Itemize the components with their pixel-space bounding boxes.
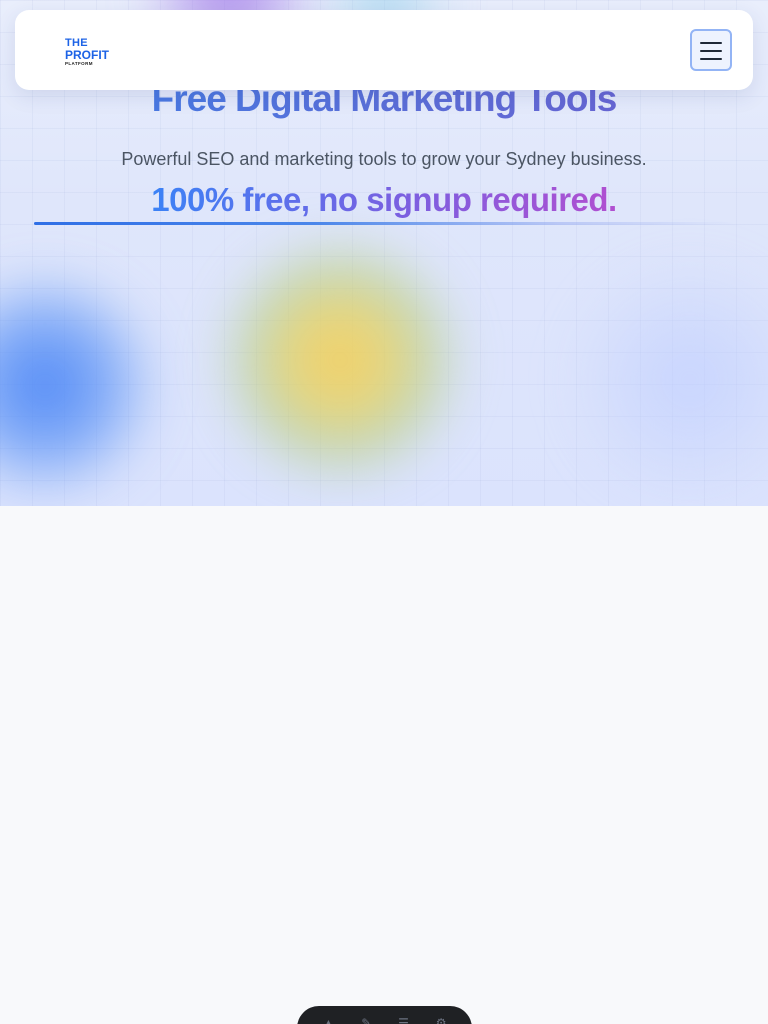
hero-tagline-text: 100% free, no signup required. [151,181,617,218]
hero-tagline: 100% free, no signup required. [0,181,768,219]
hero-subtitle: Powerful SEO and marketing tools to grow… [121,149,647,169]
gear-icon[interactable]: ⚙ [436,1016,447,1024]
toolbar-icon[interactable]: ✎ [361,1016,371,1024]
hamburger-menu-icon-bar [700,50,722,52]
toolbar-icon[interactable]: ▲ [322,1016,334,1024]
toolbar-icon[interactable]: ☰ [398,1016,409,1024]
decorative-blob-yellow [215,235,465,485]
brand-logo[interactable]: THE PROFIT PLATFORM [65,38,125,66]
hamburger-menu-button[interactable] [690,29,732,71]
hamburger-menu-icon-bar [700,58,722,60]
logo-line-2: PROFIT [65,48,109,62]
tagline-underline [34,222,734,225]
top-navbar: THE PROFIT PLATFORM [15,10,753,90]
bottom-toolbar[interactable]: ▲ ✎ ☰ ⚙ [297,1006,472,1024]
hamburger-menu-icon [700,42,722,44]
logo-line-3: PLATFORM [65,61,93,66]
